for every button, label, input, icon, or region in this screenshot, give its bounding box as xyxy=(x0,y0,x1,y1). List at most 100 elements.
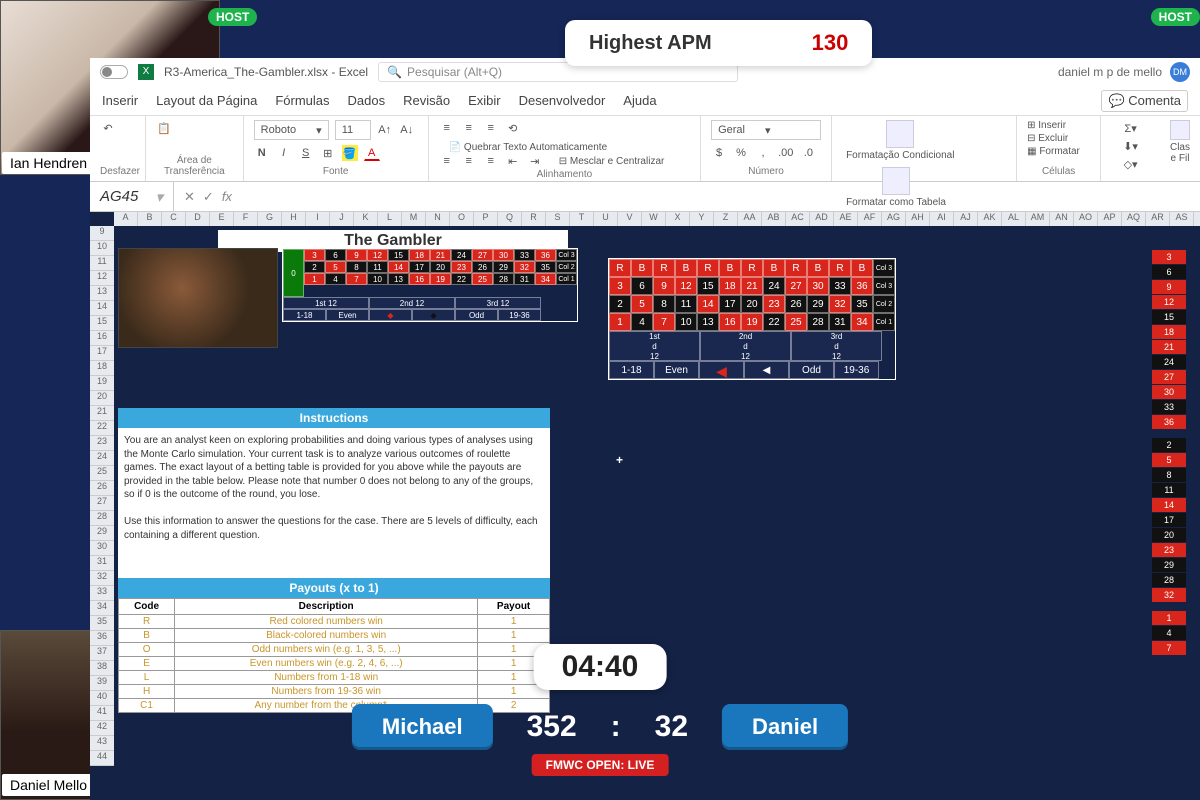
indent-dec[interactable]: ⇤ xyxy=(505,153,521,169)
nametag-bottom: Daniel Mello xyxy=(2,774,95,796)
score-p2: 32 xyxy=(655,710,688,744)
dec-dec[interactable]: .0 xyxy=(800,145,816,161)
menu-item[interactable]: Inserir xyxy=(102,93,138,108)
italic-button[interactable]: I xyxy=(276,145,292,161)
font-selector[interactable]: Roboto▾ xyxy=(254,120,329,140)
payouts-table: Payouts (x to 1) CodeDescriptionPayoutRR… xyxy=(118,578,550,713)
numfmt-selector[interactable]: Geral▾ xyxy=(711,120,821,140)
bold-button[interactable]: N xyxy=(254,145,270,161)
comments-button[interactable]: 💬 Comenta xyxy=(1101,90,1188,112)
dec-inc[interactable]: .00 xyxy=(777,145,794,161)
clear-button[interactable]: ◇▾ xyxy=(1123,156,1139,172)
chevron-down-icon: ▾ xyxy=(316,124,322,137)
ribbon-number: Geral▾ $ % , .00 .0 Número xyxy=(701,116,832,181)
score-p1: 352 xyxy=(527,710,577,744)
row-numbers[interactable]: 9101112131415161718192021222324252627282… xyxy=(90,226,114,766)
menu-item[interactable]: Exibir xyxy=(468,93,501,108)
cancel-icon[interactable]: ✕ xyxy=(184,189,195,205)
increase-font[interactable]: A↑ xyxy=(377,122,393,138)
score-colon: : xyxy=(611,710,621,744)
table-fmt-button[interactable]: Formatar como Tabela xyxy=(842,167,950,208)
fill-button[interactable]: ⬇▾ xyxy=(1122,138,1139,154)
avatar: DM xyxy=(1170,62,1190,82)
file-title: R3-America_The-Gambler.xlsx - Excel xyxy=(164,65,368,79)
autosave-toggle[interactable] xyxy=(100,65,128,79)
cond-fmt-button[interactable]: Formatação Condicional xyxy=(842,120,958,161)
host-badge-right: HOST xyxy=(1151,8,1200,26)
align-top[interactable]: ≡ xyxy=(439,120,455,136)
currency[interactable]: $ xyxy=(711,145,727,161)
cursor-cross: + xyxy=(616,453,623,467)
cell-reference[interactable]: AG45 ▾ xyxy=(90,182,174,211)
ribbon: ↶ Desfazer 📋 Área de Transferência Robot… xyxy=(90,116,1200,182)
font-color[interactable]: A xyxy=(364,145,380,161)
comma[interactable]: , xyxy=(755,145,771,161)
fill-color[interactable]: 🪣 xyxy=(342,145,358,161)
apm-value: 130 xyxy=(812,30,849,56)
player2-button[interactable]: Daniel xyxy=(722,704,848,750)
score-bar: Michael 352 : 32 Daniel xyxy=(352,704,848,750)
align-left[interactable]: ≡ xyxy=(439,153,455,169)
apm-label: Highest APM xyxy=(589,32,712,55)
ribbon-sort: Clas e Fil xyxy=(1160,116,1200,181)
player1-button[interactable]: Michael xyxy=(352,704,493,750)
fontsize-selector[interactable]: 11 xyxy=(335,120,371,140)
paste-button[interactable]: 📋 xyxy=(156,120,172,136)
undo-button[interactable]: ↶ xyxy=(100,120,116,136)
merge-button[interactable]: ⊟ Mesclar e Centralizar xyxy=(559,156,665,167)
ribbon-clipboard: 📋 Área de Transferência xyxy=(146,116,244,181)
ribbon-edit: Σ▾ ⬇▾ ◇▾ xyxy=(1101,116,1160,181)
align-bot[interactable]: ≡ xyxy=(483,120,499,136)
sum-button[interactable]: Σ▾ xyxy=(1123,120,1139,136)
live-badge: FMWC OPEN: LIVE xyxy=(532,754,669,776)
instructions-box: Instructions You are an analyst keen on … xyxy=(118,408,550,598)
host-badge-top: HOST xyxy=(208,8,257,26)
roulette-image xyxy=(118,248,278,348)
user-area[interactable]: daniel m p de mello DM xyxy=(1058,62,1190,82)
search-icon: 🔍 xyxy=(387,65,402,79)
menu-item[interactable]: Dados xyxy=(348,93,386,108)
menu-item[interactable]: Fórmulas xyxy=(275,93,329,108)
align-center[interactable]: ≡ xyxy=(461,153,477,169)
orient[interactable]: ⟲ xyxy=(505,120,521,136)
align-right[interactable]: ≡ xyxy=(483,153,499,169)
instructions-text-2: Use this information to answer the quest… xyxy=(124,515,544,542)
ribbon-font: Roboto▾ 11 A↑ A↓ N I S ⊞ 🪣 A Fonte xyxy=(244,116,429,181)
ribbon-align: ≡ ≡ ≡ ⟲ 📄 Quebrar Texto Automaticamente … xyxy=(429,116,701,181)
ribbon-cells: ⊞ Inserir ⊟ Excluir ▦ Formatar Células xyxy=(1017,116,1101,181)
menu-item[interactable]: Ajuda xyxy=(623,93,656,108)
align-mid[interactable]: ≡ xyxy=(461,120,477,136)
nametag-top: Ian Hendren xyxy=(2,152,95,174)
indent-inc[interactable]: ⇥ xyxy=(527,153,543,169)
payouts-header: Payouts (x to 1) xyxy=(118,578,550,598)
instructions-header: Instructions xyxy=(118,408,550,428)
decrease-font[interactable]: A↓ xyxy=(399,122,415,138)
right-number-strip: 3691215182124273033362581114172023292832… xyxy=(1152,250,1186,656)
betting-table-copy: RBRBRBRBRBRBCol 3369121518212427303336Co… xyxy=(608,258,896,380)
ribbon-styles: Formatação Condicional Formatar como Tab… xyxy=(832,116,1017,181)
instructions-text-1: You are an analyst keen on exploring pro… xyxy=(124,434,544,502)
timer: 04:40 xyxy=(534,644,667,690)
search-placeholder: Pesquisar (Alt+Q) xyxy=(407,65,502,79)
menubar: Inserir Layout da Página Fórmulas Dados … xyxy=(90,86,1200,116)
format-button[interactable]: ▦ Formatar xyxy=(1027,146,1080,157)
border-button[interactable]: ⊞ xyxy=(320,145,336,161)
sort-filter-button[interactable]: Clas e Fil xyxy=(1170,120,1190,164)
ribbon-undo: ↶ Desfazer xyxy=(90,116,146,181)
formula-bar: AG45 ▾ ✕ ✓ fx xyxy=(90,182,1200,212)
user-name: daniel m p de mello xyxy=(1058,65,1162,79)
insert-button[interactable]: ⊞ Inserir xyxy=(1027,120,1066,131)
betting-table-main: 0369121518212427303336Col 32581114172023… xyxy=(282,248,578,322)
confirm-icon[interactable]: ✓ xyxy=(203,189,214,205)
apm-card: Highest APM 130 xyxy=(565,20,872,66)
menu-item[interactable]: Desenvolvedor xyxy=(519,93,606,108)
wrap-button[interactable]: 📄 Quebrar Texto Automaticamente xyxy=(449,142,607,153)
fx-icon[interactable]: fx xyxy=(222,189,232,205)
menu-item[interactable]: Revisão xyxy=(403,93,450,108)
excel-icon: X xyxy=(138,64,154,80)
column-headers[interactable]: ABCDEFGHIJKLMNOPQRSTUVWXYZAAABACADAEAFAG… xyxy=(114,212,1200,226)
delete-button[interactable]: ⊟ Excluir xyxy=(1027,133,1068,144)
underline-button[interactable]: S xyxy=(298,145,314,161)
menu-item[interactable]: Layout da Página xyxy=(156,93,257,108)
percent[interactable]: % xyxy=(733,145,749,161)
